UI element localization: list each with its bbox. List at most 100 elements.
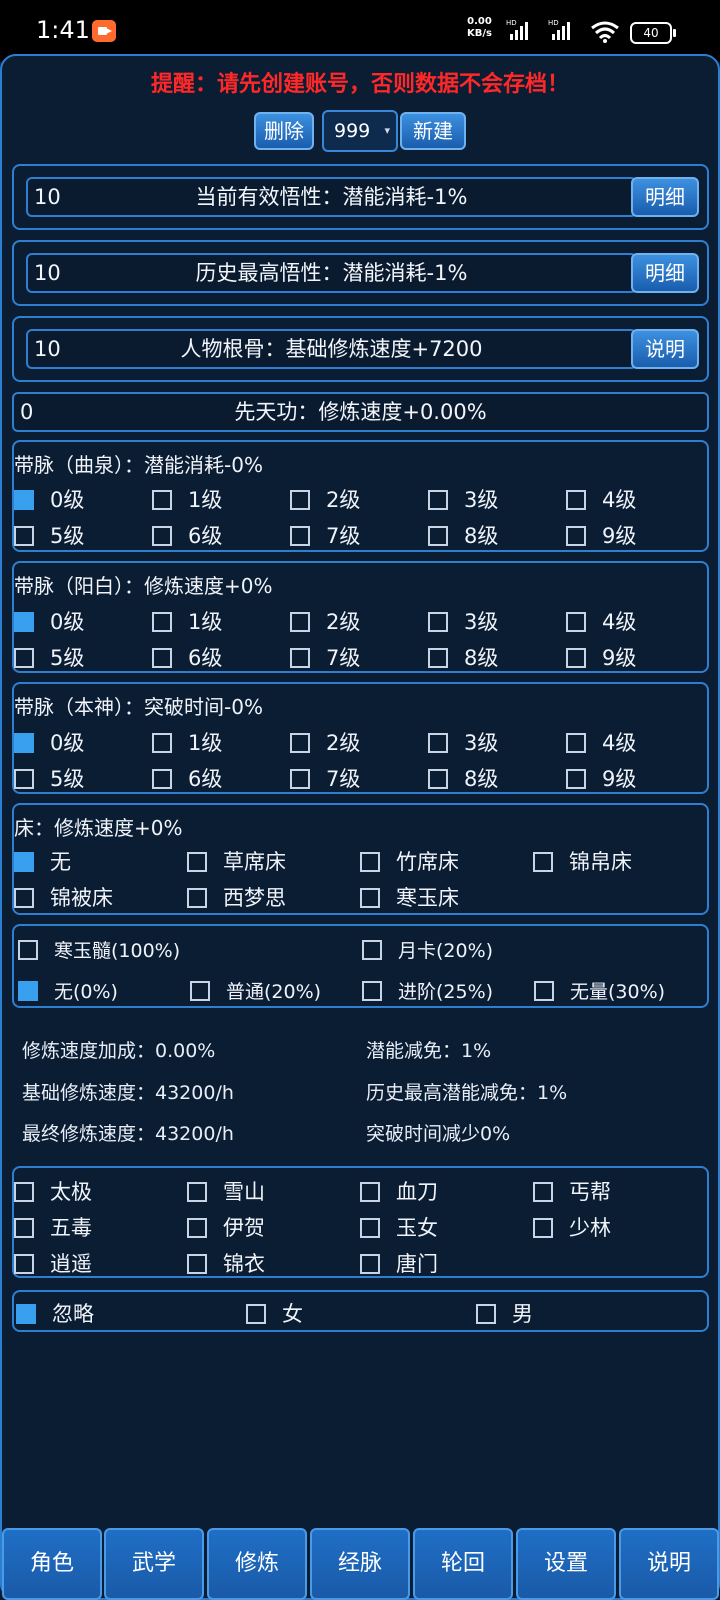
item-row2-1[interactable]: 普通(20%) [190, 977, 321, 1004]
meridian-3-level-1[interactable]: 1级 [152, 727, 222, 757]
meridian-2-level-3[interactable]: 3级 [428, 606, 498, 636]
sect-option-3[interactable]: 丐帮 [533, 1176, 611, 1206]
sect-option-6[interactable]: 玉女 [360, 1212, 438, 1242]
checkbox-icon[interactable] [14, 769, 34, 789]
checkbox-icon[interactable] [14, 612, 34, 632]
checkbox-icon[interactable] [14, 733, 34, 753]
checkbox-icon[interactable] [18, 981, 38, 1001]
bed-option-2[interactable]: 竹席床 [360, 846, 459, 876]
checkbox-icon[interactable] [428, 648, 448, 668]
checkbox-icon[interactable] [566, 648, 586, 668]
meridian-1-level-2[interactable]: 2级 [290, 484, 360, 514]
sect-option-10[interactable]: 唐门 [360, 1248, 438, 1278]
bed-option-6[interactable]: 寒玉床 [360, 882, 459, 912]
bed-option-5[interactable]: 西梦思 [187, 882, 286, 912]
meridian-3-level-9[interactable]: 9级 [566, 763, 636, 793]
checkbox-icon[interactable] [476, 1304, 496, 1324]
checkbox-icon[interactable] [360, 852, 380, 872]
delete-account-button[interactable]: 删除 [254, 112, 314, 150]
checkbox-icon[interactable] [566, 769, 586, 789]
checkbox-icon[interactable] [428, 733, 448, 753]
checkbox-icon[interactable] [290, 769, 310, 789]
checkbox-icon[interactable] [533, 1218, 553, 1238]
innate-input[interactable]: 0 先天功：修炼速度+0.00% [12, 392, 709, 432]
meridian-2-level-9[interactable]: 9级 [566, 642, 636, 672]
meridian-3-level-8[interactable]: 8级 [428, 763, 498, 793]
checkbox-icon[interactable] [152, 490, 172, 510]
meridian-2-level-7[interactable]: 7级 [290, 642, 360, 672]
meridian-3-level-0[interactable]: 0级 [14, 727, 84, 757]
comprehension-input[interactable]: 10 当前有效悟性：潜能消耗-1% [26, 177, 637, 217]
sect-option-2[interactable]: 血刀 [360, 1176, 438, 1206]
meridian-1-level-4[interactable]: 4级 [566, 484, 636, 514]
create-account-button[interactable]: 新建 [400, 112, 466, 150]
checkbox-icon[interactable] [14, 648, 34, 668]
meridian-2-level-0[interactable]: 0级 [14, 606, 84, 636]
checkbox-icon[interactable] [152, 612, 172, 632]
checkbox-icon[interactable] [290, 648, 310, 668]
checkbox-icon[interactable] [533, 1182, 553, 1202]
meridian-2-level-5[interactable]: 5级 [14, 642, 84, 672]
gender-option-2[interactable]: 男 [476, 1298, 533, 1328]
checkbox-icon[interactable] [152, 733, 172, 753]
sect-option-4[interactable]: 五毒 [14, 1212, 92, 1242]
item-row2-0[interactable]: 无(0%) [18, 977, 118, 1004]
meridian-3-level-6[interactable]: 6级 [152, 763, 222, 793]
tab-6[interactable]: 说明 [619, 1528, 719, 1600]
item-row2-3[interactable]: 无量(30%) [534, 977, 665, 1004]
checkbox-icon[interactable] [360, 1182, 380, 1202]
checkbox-icon[interactable] [14, 490, 34, 510]
item-row1-0[interactable]: 寒玉髓(100%) [18, 936, 180, 963]
checkbox-icon[interactable] [246, 1304, 266, 1324]
tab-1[interactable]: 武学 [104, 1528, 204, 1600]
checkbox-icon[interactable] [290, 612, 310, 632]
checkbox-icon[interactable] [14, 1254, 34, 1274]
checkbox-icon[interactable] [190, 981, 210, 1001]
checkbox-icon[interactable] [290, 733, 310, 753]
checkbox-icon[interactable] [428, 769, 448, 789]
history-comprehension-input[interactable]: 10 历史最高悟性：潜能消耗-1% [26, 253, 637, 293]
checkbox-icon[interactable] [187, 852, 207, 872]
meridian-1-level-7[interactable]: 7级 [290, 520, 360, 550]
checkbox-icon[interactable] [428, 490, 448, 510]
bed-option-1[interactable]: 草席床 [187, 846, 286, 876]
sect-option-8[interactable]: 逍遥 [14, 1248, 92, 1278]
checkbox-icon[interactable] [566, 526, 586, 546]
sect-option-0[interactable]: 太极 [14, 1176, 92, 1206]
checkbox-icon[interactable] [428, 526, 448, 546]
meridian-2-level-6[interactable]: 6级 [152, 642, 222, 672]
checkbox-icon[interactable] [362, 940, 382, 960]
checkbox-icon[interactable] [14, 526, 34, 546]
checkbox-icon[interactable] [360, 1254, 380, 1274]
meridian-3-level-2[interactable]: 2级 [290, 727, 360, 757]
checkbox-icon[interactable] [360, 888, 380, 908]
tab-3[interactable]: 经脉 [310, 1528, 410, 1600]
checkbox-icon[interactable] [14, 1182, 34, 1202]
checkbox-icon[interactable] [14, 1218, 34, 1238]
checkbox-icon[interactable] [18, 940, 38, 960]
checkbox-icon[interactable] [16, 1304, 36, 1324]
sect-option-1[interactable]: 雪山 [187, 1176, 265, 1206]
bed-option-0[interactable]: 无 [14, 846, 71, 876]
checkbox-icon[interactable] [187, 1218, 207, 1238]
checkbox-icon[interactable] [566, 733, 586, 753]
checkbox-icon[interactable] [533, 852, 553, 872]
checkbox-icon[interactable] [152, 769, 172, 789]
tab-5[interactable]: 设置 [516, 1528, 616, 1600]
gender-option-1[interactable]: 女 [246, 1298, 303, 1328]
meridian-1-level-6[interactable]: 6级 [152, 520, 222, 550]
meridian-1-level-1[interactable]: 1级 [152, 484, 222, 514]
checkbox-icon[interactable] [534, 981, 554, 1001]
meridian-2-level-1[interactable]: 1级 [152, 606, 222, 636]
bed-option-4[interactable]: 锦被床 [14, 882, 113, 912]
meridian-3-level-5[interactable]: 5级 [14, 763, 84, 793]
checkbox-icon[interactable] [428, 612, 448, 632]
tab-4[interactable]: 轮回 [413, 1528, 513, 1600]
tab-0[interactable]: 角色 [2, 1528, 102, 1600]
checkbox-icon[interactable] [14, 888, 34, 908]
meridian-1-level-0[interactable]: 0级 [14, 484, 84, 514]
bone-explain-button[interactable]: 说明 [631, 329, 699, 369]
meridian-1-level-3[interactable]: 3级 [428, 484, 498, 514]
sect-option-7[interactable]: 少林 [533, 1212, 611, 1242]
item-row1-1[interactable]: 月卡(20%) [362, 936, 493, 963]
